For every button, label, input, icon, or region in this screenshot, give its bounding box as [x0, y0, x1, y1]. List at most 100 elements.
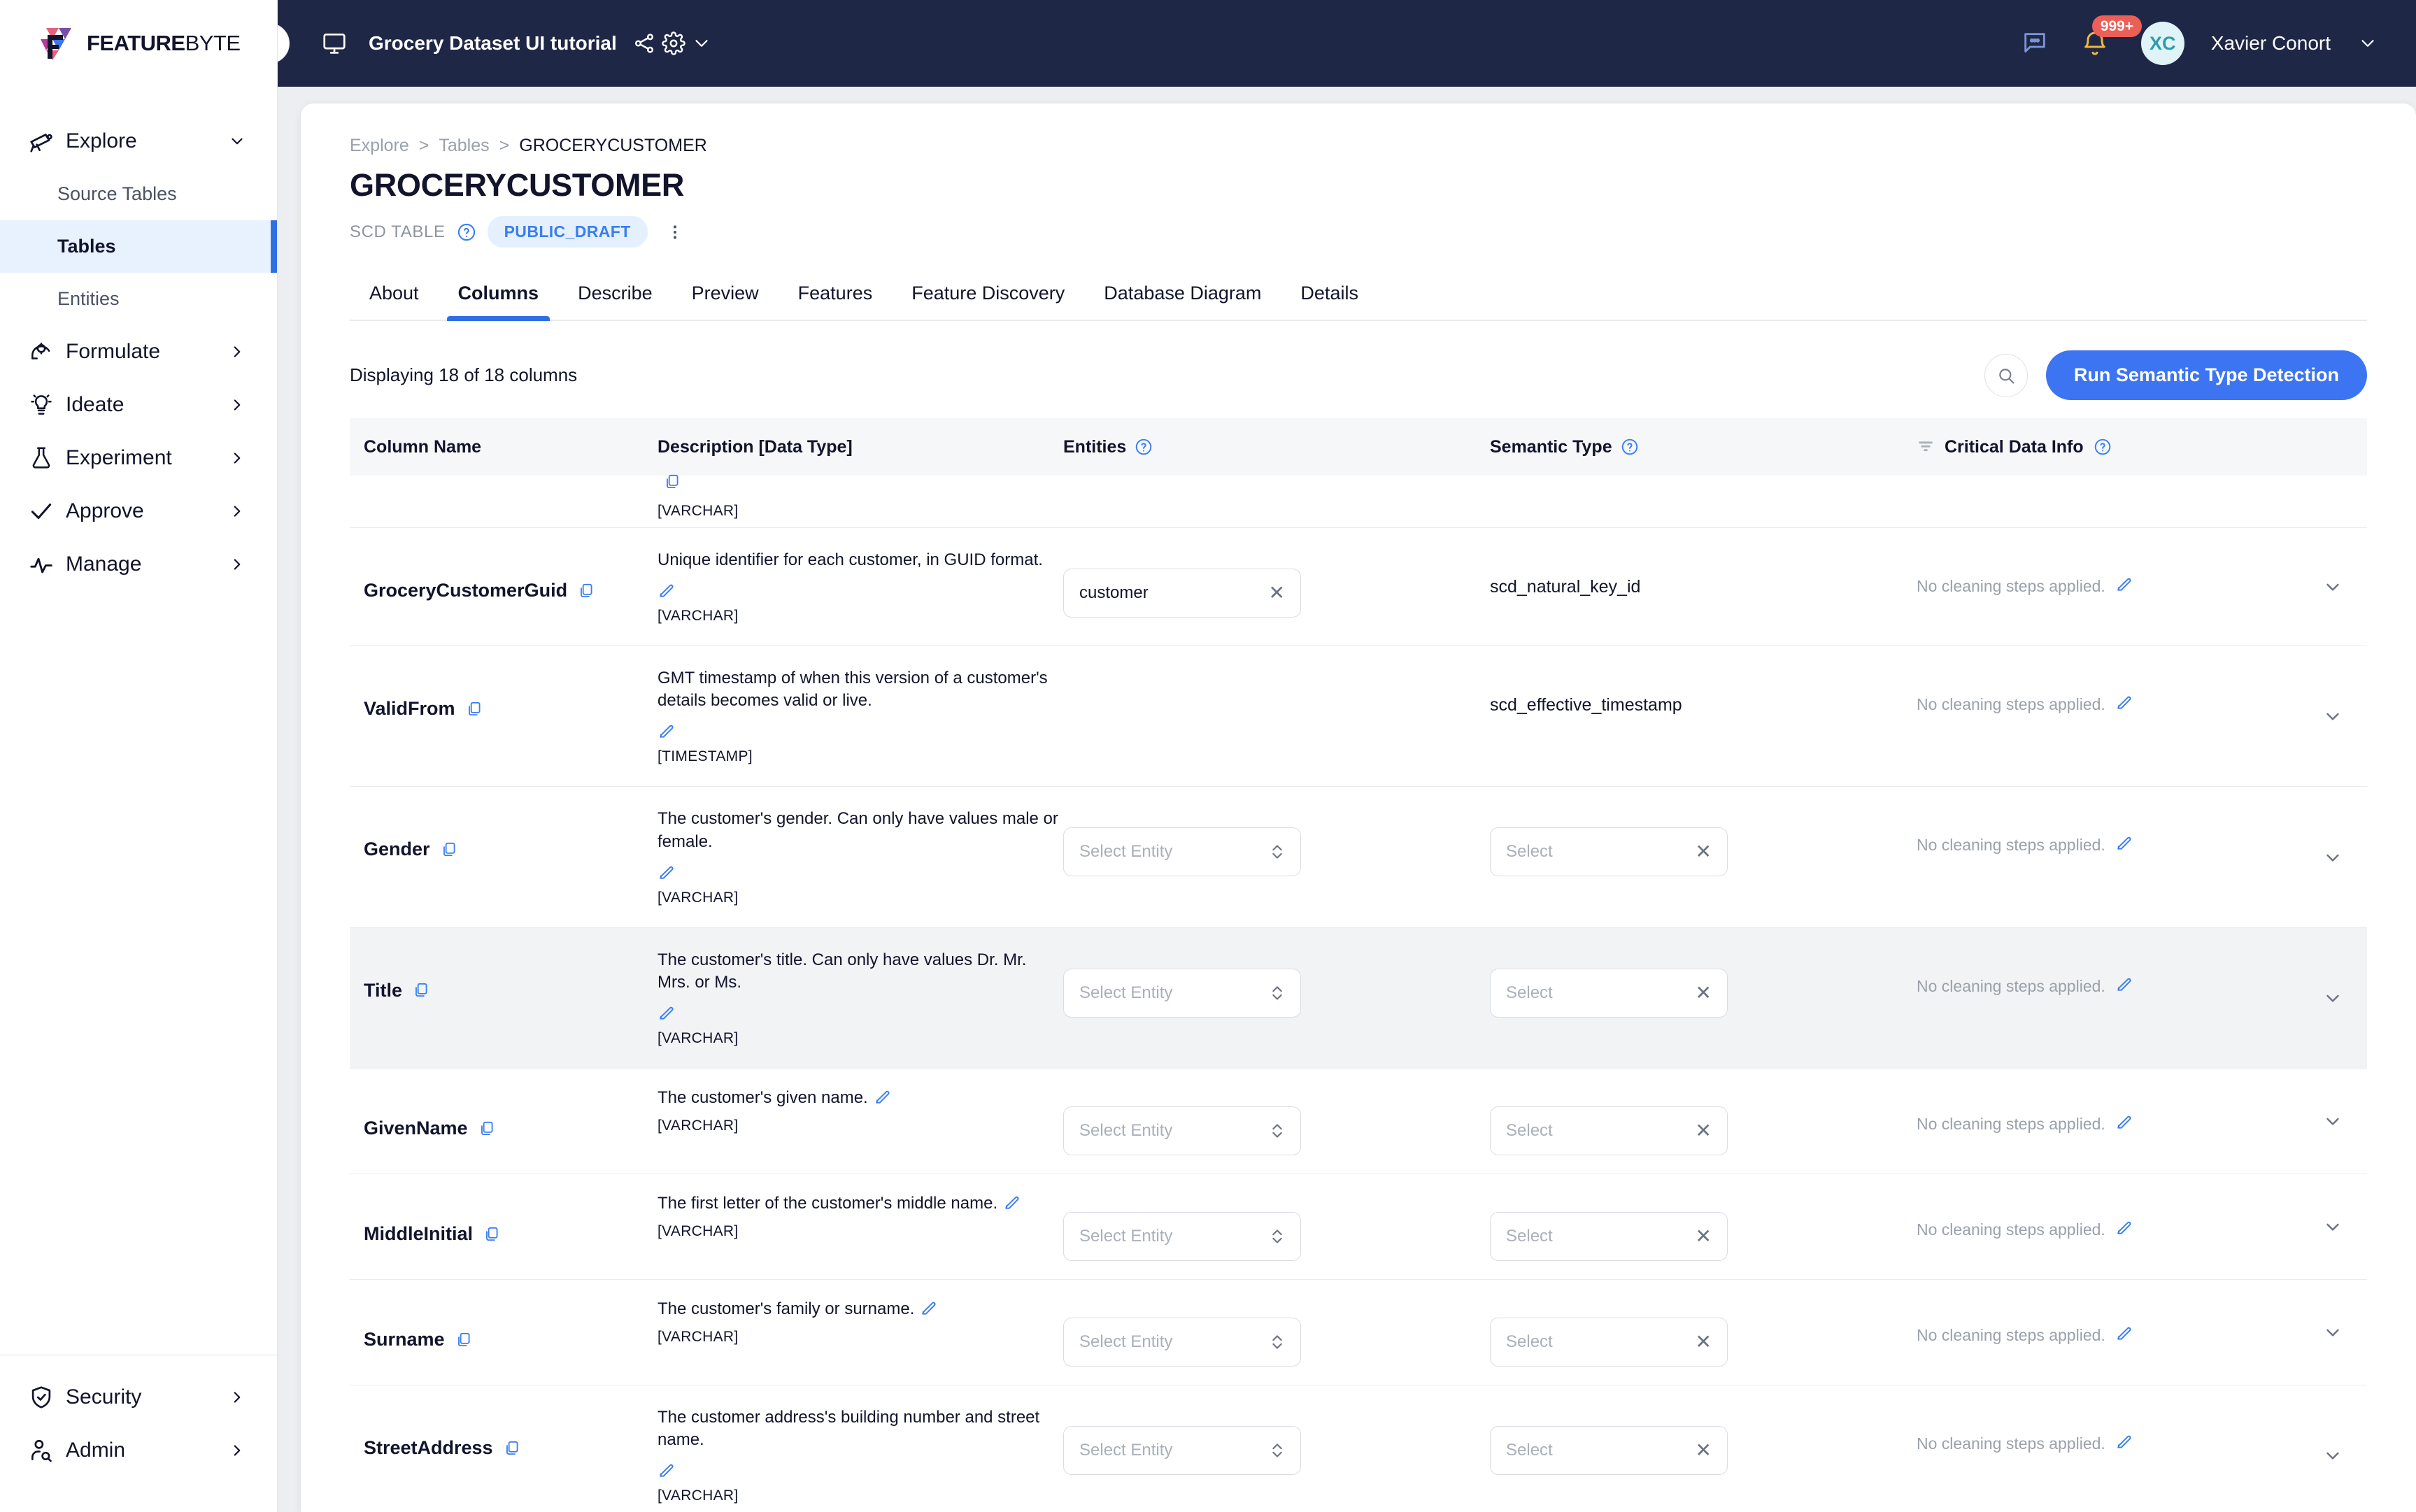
semantic-type-select[interactable]: Select ✕ — [1490, 827, 1728, 877]
sidebar-item-formulate[interactable]: Formulate — [0, 325, 277, 378]
edit-description-icon[interactable] — [658, 863, 1063, 881]
edit-cleaning-steps-icon[interactable] — [2115, 1432, 2133, 1450]
expand-row-chevron-icon[interactable] — [2322, 576, 2343, 597]
chevron-down-icon[interactable] — [228, 132, 246, 150]
sidebar-item-security[interactable]: Security — [0, 1371, 277, 1424]
stepper-icon[interactable] — [1270, 1330, 1285, 1354]
run-semantic-type-detection-button[interactable]: Run Semantic Type Detection — [2045, 350, 2367, 400]
semantic-type-select[interactable]: Select ✕ — [1490, 1106, 1728, 1156]
entity-select[interactable]: customer ✕ — [1063, 569, 1301, 618]
stepper-icon[interactable] — [1270, 840, 1285, 864]
expand-row-chevron-icon[interactable] — [2322, 1322, 2343, 1343]
edit-cleaning-steps-icon[interactable] — [2115, 1113, 2133, 1131]
expand-row-chevron-icon[interactable] — [2322, 847, 2343, 868]
help-circle-icon[interactable] — [1621, 438, 1639, 456]
tab-about[interactable]: About — [350, 273, 439, 320]
expand-row-chevron-icon[interactable] — [2322, 1216, 2343, 1237]
copy-icon[interactable] — [483, 1225, 501, 1243]
sidebar-item-ideate[interactable]: Ideate — [0, 378, 277, 432]
search-button[interactable] — [1984, 353, 2028, 397]
edit-description-icon[interactable] — [920, 1299, 938, 1317]
sidebar-item-experiment[interactable]: Experiment — [0, 432, 277, 485]
share-icon[interactable] — [632, 31, 656, 55]
table-row[interactable]: MiddleInitial The first letter of the cus… — [350, 1174, 2367, 1279]
breadcrumb-item-explore[interactable]: Explore — [350, 136, 409, 156]
tab-database-diagram[interactable]: Database Diagram — [1084, 273, 1281, 320]
copy-icon[interactable] — [440, 841, 458, 859]
semantic-type-select[interactable]: Select ✕ — [1490, 1426, 1728, 1476]
tab-features[interactable]: Features — [779, 273, 893, 320]
clear-semantic-icon[interactable]: ✕ — [1696, 1121, 1712, 1141]
entity-select[interactable]: Select Entity — [1063, 1212, 1301, 1262]
chevron-right-icon[interactable] — [228, 1441, 246, 1460]
entity-select[interactable]: Select Entity — [1063, 827, 1301, 877]
tab-details[interactable]: Details — [1281, 273, 1378, 320]
help-circle-icon[interactable] — [2094, 438, 2112, 456]
edit-description-icon[interactable] — [658, 581, 1063, 599]
notifications[interactable]: 999+ — [2081, 15, 2143, 57]
chevron-right-icon[interactable] — [228, 502, 246, 520]
edit-cleaning-steps-icon[interactable] — [2115, 693, 2133, 711]
chat-bubble-icon[interactable] — [2021, 29, 2049, 57]
filter-icon[interactable] — [1917, 438, 1935, 456]
more-vertical-icon[interactable] — [659, 223, 691, 241]
sidebar-item-explore[interactable]: Explore — [0, 115, 277, 168]
expand-row-chevron-icon[interactable] — [2322, 706, 2343, 727]
sidebar-item-tables[interactable]: Tables — [0, 220, 277, 273]
chevron-right-icon[interactable] — [228, 1388, 246, 1406]
expand-row-chevron-icon[interactable] — [2322, 987, 2343, 1008]
tab-describe[interactable]: Describe — [558, 273, 672, 320]
chevron-down-icon[interactable] — [2357, 33, 2378, 54]
clear-entity-icon[interactable]: ✕ — [1269, 583, 1285, 603]
tab-columns[interactable]: Columns — [439, 273, 559, 321]
sidebar-item-admin[interactable]: Admin — [0, 1424, 277, 1477]
expand-row-chevron-icon[interactable] — [2322, 1111, 2343, 1132]
avatar[interactable]: XC — [2140, 22, 2184, 65]
table-row[interactable]: Surname The customer's family or surname.… — [350, 1279, 2367, 1385]
edit-description-icon[interactable] — [658, 722, 1063, 740]
edit-cleaning-steps-icon[interactable] — [2115, 834, 2133, 852]
sidebar-item-manage[interactable]: Manage — [0, 538, 277, 591]
edit-cleaning-steps-icon[interactable] — [2115, 975, 2133, 993]
table-row[interactable]: Title The customer's title. Can only have… — [350, 927, 2367, 1069]
edit-description-icon[interactable] — [874, 1087, 892, 1106]
clear-semantic-icon[interactable]: ✕ — [1696, 1227, 1712, 1246]
brand-logo[interactable]: FEATUREBYTE — [0, 0, 277, 87]
copy-icon[interactable] — [465, 700, 483, 718]
copy-icon[interactable] — [577, 582, 595, 600]
stepper-icon[interactable] — [1270, 1119, 1285, 1143]
chevron-right-icon[interactable] — [228, 555, 246, 573]
clear-semantic-icon[interactable]: ✕ — [1696, 1441, 1712, 1460]
help-circle-icon[interactable] — [457, 222, 476, 242]
edit-cleaning-steps-icon[interactable] — [2115, 1218, 2133, 1236]
table-row[interactable]: StreetAddress The customer address's buil… — [350, 1385, 2367, 1512]
edit-description-icon[interactable] — [658, 1461, 1063, 1479]
tab-preview[interactable]: Preview — [672, 273, 779, 320]
chevron-right-icon[interactable] — [228, 343, 246, 361]
copy-icon[interactable] — [478, 1120, 496, 1138]
table-row[interactable]: GroceryCustomerGuid Unique identifier for… — [350, 527, 2367, 646]
tab-feature-discovery[interactable]: Feature Discovery — [892, 273, 1084, 320]
copy-icon[interactable] — [412, 981, 430, 999]
entity-select[interactable]: Select Entity — [1063, 1318, 1301, 1367]
edit-description-icon[interactable] — [1003, 1193, 1021, 1211]
expand-row-chevron-icon[interactable] — [2322, 1445, 2343, 1466]
chevron-right-icon[interactable] — [228, 449, 246, 467]
chevron-down-icon[interactable] — [691, 33, 712, 54]
copy-icon[interactable] — [455, 1331, 473, 1349]
table-row[interactable]: Gender The customer's gender. Can only ha… — [350, 786, 2367, 927]
clear-semantic-icon[interactable]: ✕ — [1696, 842, 1712, 862]
entity-select[interactable]: Select Entity — [1063, 1426, 1301, 1476]
sidebar-item-source-tables[interactable]: Source Tables — [0, 168, 277, 220]
table-row[interactable]: ValidFrom GMT timestamp of when this vers… — [350, 646, 2367, 786]
table-row[interactable]: [VARCHAR] — [350, 473, 2367, 527]
clear-semantic-icon[interactable]: ✕ — [1696, 983, 1712, 1003]
edit-cleaning-steps-icon[interactable] — [2115, 1324, 2133, 1342]
stepper-icon[interactable] — [1270, 981, 1285, 1005]
sidebar-item-approve[interactable]: Approve — [0, 485, 277, 538]
breadcrumb-item-tables[interactable]: Tables — [439, 136, 489, 156]
gear-icon[interactable] — [662, 31, 685, 55]
entity-select[interactable]: Select Entity — [1063, 1106, 1301, 1156]
table-row[interactable]: GivenName The customer's given name. [VARC… — [350, 1068, 2367, 1174]
entity-select[interactable]: Select Entity — [1063, 968, 1301, 1018]
